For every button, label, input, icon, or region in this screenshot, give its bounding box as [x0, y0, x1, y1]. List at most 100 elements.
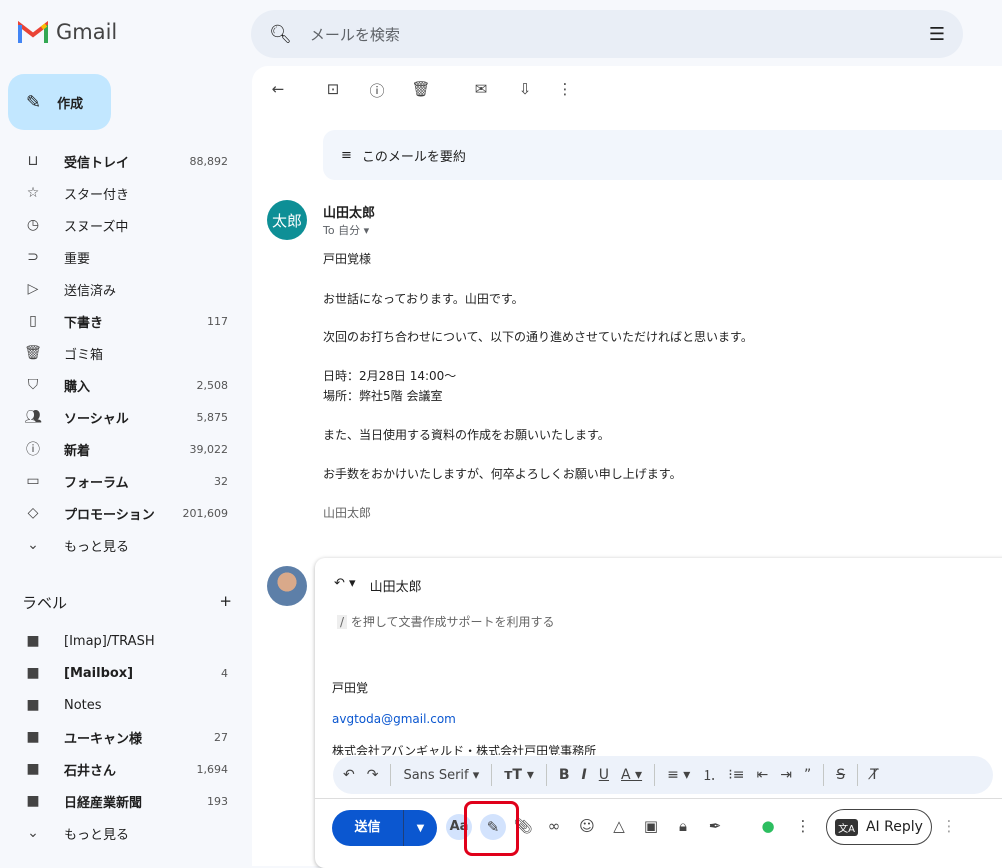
label-item[interactable]: ■ ユーキャン様 27	[0, 721, 250, 753]
photo-icon[interactable]: ▣	[640, 817, 662, 835]
compose-button[interactable]: ✎ 作成	[8, 74, 111, 130]
link-icon[interactable]: ∞	[543, 817, 565, 835]
ai-reply-button[interactable]: 文A AI Reply	[826, 809, 932, 845]
sidebar-item[interactable]: ◇ プロモーション 201,609	[0, 497, 250, 529]
more-options-icon[interactable]: ⋮	[792, 817, 814, 835]
align-icon[interactable]: ≡ ▾	[667, 767, 690, 783]
label-item[interactable]: ⌄ もっと見る	[0, 817, 250, 849]
sidebar-item[interactable]: ▭ フォーラム 32	[0, 465, 250, 497]
sidebar-item-label: フォーラム	[64, 475, 129, 491]
quote-icon[interactable]: ”	[804, 767, 811, 783]
sidebar-item-count: 32	[214, 474, 228, 488]
gmail-logo[interactable]: Gmail	[18, 20, 117, 44]
move-to-icon[interactable]: ⇩	[515, 80, 535, 100]
clock-icon: ◷	[26, 217, 40, 233]
info-icon: ⓘ	[26, 442, 40, 458]
indent-more-icon[interactable]: ⇥	[780, 767, 792, 783]
hint-text: を押して文書作成サポートを利用する	[350, 615, 555, 629]
send-icon: ▷	[27, 281, 39, 297]
underline-icon[interactable]: U	[599, 767, 609, 783]
italic-icon[interactable]: I	[582, 767, 587, 783]
sidebar-item-count: 201,609	[182, 506, 229, 520]
tag-icon: ◇	[27, 505, 39, 521]
label-item-count: 27	[214, 730, 228, 744]
label-item-count: 4	[221, 666, 228, 680]
drive-icon[interactable]: △	[608, 817, 630, 835]
label-icon: ■	[26, 793, 40, 809]
draft-icon: ▯	[29, 313, 37, 329]
undo-icon[interactable]: ↶	[343, 767, 355, 783]
ai-reply-icon: 文A	[835, 818, 858, 836]
send-button[interactable]: 送信 ▼	[332, 810, 437, 846]
label-item[interactable]: ■ 石井さん 1,694	[0, 753, 250, 785]
report-spam-icon[interactable]: ⓘ	[367, 80, 387, 100]
search-bar[interactable]: 🔍︎ メールを検索 ☰	[251, 10, 963, 58]
search-icon[interactable]: 🔍︎	[269, 24, 292, 45]
sidebar-item[interactable]: ⊃ 重要	[0, 241, 250, 273]
back-icon[interactable]: ←	[268, 80, 288, 100]
reply-type-icon[interactable]: ↶ ▾	[334, 576, 356, 595]
label-item-label: [Mailbox]	[64, 665, 134, 681]
my-avatar[interactable]	[267, 566, 307, 606]
summarize-button[interactable]: ≡ このメールを要約	[323, 130, 1002, 180]
label-item-label: [Imap]/TRASH	[64, 633, 155, 649]
signature-icon[interactable]: ✒	[704, 817, 726, 835]
sender-avatar[interactable]: 太郎	[267, 200, 307, 240]
indent-less-icon[interactable]: ⇤	[756, 767, 768, 783]
redo-icon[interactable]: ↷	[367, 767, 379, 783]
evernote-icon[interactable]: ●	[757, 817, 779, 835]
sender-name[interactable]: 山田太郎	[323, 202, 375, 221]
numbered-list-icon[interactable]: ⒈	[702, 765, 716, 785]
sidebar-item[interactable]: ⊔ 受信トレイ 88,892	[0, 145, 250, 177]
overflow-icon[interactable]: ⋮	[938, 817, 960, 835]
remove-formatting-icon[interactable]: T̸	[870, 767, 879, 783]
app-name: Gmail	[56, 20, 118, 44]
label-item-label: ユーキャン様	[64, 731, 143, 747]
label-item[interactable]: ■ Notes	[0, 689, 250, 721]
sidebar-item[interactable]: ☆ スター付き	[0, 177, 250, 209]
reply-header[interactable]: ↶ ▾ 山田太郎	[334, 576, 422, 595]
bag-icon: ⛉	[27, 377, 39, 393]
label-item[interactable]: ■ [Mailbox] 4	[0, 657, 250, 689]
sidebar-item-count: 39,022	[189, 442, 229, 456]
sidebar-item[interactable]: ⛉ 購入 2,508	[0, 369, 250, 401]
formatting-toolbar: ↶ ↷ Sans Serif ▾ тT ▾ B I U A ▾ ≡ ▾ ⒈ ⁝≡ …	[333, 756, 993, 794]
sidebar-item[interactable]: ▯ 下書き 117	[0, 305, 250, 337]
label-item[interactable]: ■ 日経産業新聞 193	[0, 785, 250, 817]
sidebar-item-label: ソーシャル	[64, 411, 129, 427]
reply-input[interactable]: / を押して文書作成サポートを利用する	[337, 613, 555, 630]
send-options-icon[interactable]: ▼	[404, 823, 437, 834]
send-label: 送信	[332, 810, 404, 846]
strikethrough-icon[interactable]: S	[836, 767, 845, 783]
more-icon[interactable]: ⋮	[555, 80, 575, 100]
search-options-icon[interactable]: ☰	[929, 24, 945, 45]
label-item[interactable]: ■ [Imap]/TRASH	[0, 625, 250, 657]
sidebar-item[interactable]: ⌄ もっと見る	[0, 529, 250, 561]
emoji-icon[interactable]: ☺	[576, 817, 598, 835]
confidential-icon[interactable]: 🔒︎	[672, 817, 694, 835]
delete-icon[interactable]: 🗑︎	[411, 80, 431, 100]
sidebar-item[interactable]: ▷ 送信済み	[0, 273, 250, 305]
sidebar-item[interactable]: 🗑︎ ゴミ箱	[0, 337, 250, 369]
font-select[interactable]: Sans Serif ▾	[403, 768, 479, 783]
search-input[interactable]: メールを検索	[310, 24, 911, 45]
bold-icon[interactable]: B	[559, 767, 570, 783]
mark-unread-icon[interactable]: ✉	[471, 80, 491, 100]
sidebar-item-label: 受信トレイ	[64, 155, 130, 171]
sidebar-item[interactable]: ◷ スヌーズ中	[0, 209, 250, 241]
labels-title: ラベル	[22, 594, 68, 612]
text-color-icon[interactable]: A ▾	[621, 767, 642, 783]
add-label-icon[interactable]: +	[219, 592, 232, 613]
font-size-icon[interactable]: тT ▾	[504, 767, 534, 783]
sidebar-item-label: 下書き	[64, 315, 104, 331]
archive-icon[interactable]: ⊡	[323, 80, 343, 100]
signature-email-link[interactable]: avgtoda@gmail.com	[332, 712, 456, 726]
bulleted-list-icon[interactable]: ⁝≡	[728, 767, 744, 783]
label-item-count: 1,694	[196, 762, 229, 776]
body-line: お世話になっております。山田です。	[323, 292, 524, 306]
recipient-details[interactable]: To 自分 ▾	[323, 222, 369, 238]
sidebar-item[interactable]: ⓘ 新着 39,022	[0, 433, 250, 465]
sidebar-item[interactable]: 👥︎ ソーシャル 5,875	[0, 401, 250, 433]
signature-company: 株式会社アバンギャルド・株式会社戸田覚事務所	[332, 744, 597, 755]
sidebar-item-label: プロモーション	[64, 507, 155, 523]
